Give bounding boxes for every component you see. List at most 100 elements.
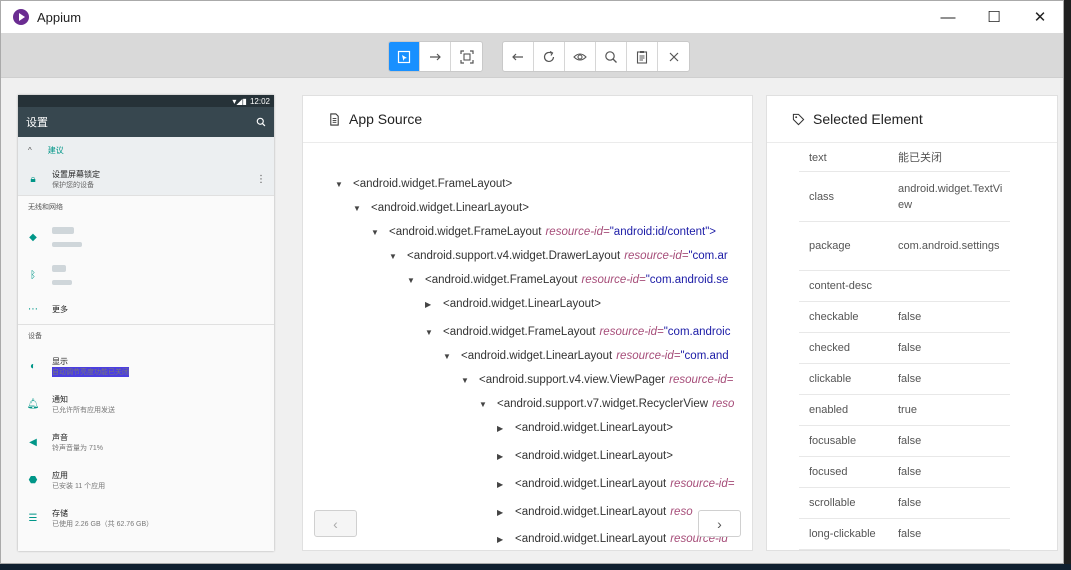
clipboard-icon xyxy=(636,50,648,64)
refresh-button[interactable] xyxy=(534,42,565,71)
search-elements-button[interactable] xyxy=(596,42,627,71)
tree-node[interactable]: ▶ <android.widget.LinearLayout reso xyxy=(497,503,693,521)
tree-node[interactable]: ▶ <android.widget.LinearLayout resource-id xyxy=(497,530,728,548)
device-status-bar: ▾◢▮ 12:02 xyxy=(18,95,274,107)
display-subtitle: 自动调节亮度功能已关闭 xyxy=(52,366,129,377)
close-icon xyxy=(669,52,678,61)
table-row: focused false xyxy=(799,457,1010,488)
table-row: class android.widget.TextView xyxy=(799,172,1010,222)
eye-icon xyxy=(573,52,587,61)
appium-logo-icon xyxy=(13,9,29,25)
tree-node[interactable]: ▼ <android.widget.FrameLayout> xyxy=(335,175,512,193)
scroll-right-button[interactable]: › xyxy=(698,510,741,537)
android-icon: ⬣ xyxy=(28,474,38,486)
caret-down-icon: ▼ xyxy=(425,327,433,337)
tree-node[interactable]: ▼ <android.support.v4.view.ViewPager resou… xyxy=(461,371,733,389)
table-row: content-desc xyxy=(799,271,1010,302)
apps-title: 应用 xyxy=(52,470,68,480)
notification-title: 通知 xyxy=(52,394,68,404)
lock-subtitle: 保护您的设备 xyxy=(52,181,94,189)
select-elements-button[interactable] xyxy=(389,42,420,71)
tree-node[interactable]: ▼ <android.widget.LinearLayout resource-id… xyxy=(443,347,729,365)
close-window-button[interactable]: ✕ xyxy=(1017,1,1063,33)
app-source-title: App Source xyxy=(349,111,423,127)
table-row: text 能已关闭 xyxy=(799,144,1010,172)
settings-title: 设置 xyxy=(26,117,48,129)
inspector-content: ▾◢▮ 12:02 设置 ^ 建议 🔒︎ 设置屏幕锁定 保护您的设备 ⋮ 无线和… xyxy=(1,79,1063,563)
storage-setting: ☰ 存储 已使用 2.26 GB（共 62.76 GB） xyxy=(18,499,274,537)
device-search-icon xyxy=(256,117,266,127)
source-tree: ▼ <android.widget.FrameLayout> ▼ <android.… xyxy=(303,144,739,550)
wifi-icon: ◆ xyxy=(29,231,37,243)
caret-down-icon: ▼ xyxy=(335,179,343,189)
sound-subtitle: 铃声音量为 71% xyxy=(52,444,103,452)
caret-down-icon: ▼ xyxy=(479,399,487,409)
bluetooth-setting: ᛒ xyxy=(18,256,274,294)
title-bar: Appium — ☐ ✕ xyxy=(1,1,1063,33)
tree-node[interactable]: ▶ <android.widget.LinearLayout resource-id… xyxy=(497,475,734,493)
volume-icon: ◀︎ xyxy=(29,436,37,448)
table-row: package com.android.settings xyxy=(799,222,1010,271)
table-row: scrollable false xyxy=(799,488,1010,519)
tree-node[interactable]: ▶ <android.widget.LinearLayout> xyxy=(497,419,673,437)
tag-icon xyxy=(792,113,805,125)
tap-by-coordinates-button[interactable] xyxy=(451,42,482,71)
table-row: checked false xyxy=(799,333,1010,364)
tree-node[interactable]: ▼ <android.support.v7.widget.RecyclerView… xyxy=(479,395,734,413)
toggle-attributes-button[interactable] xyxy=(565,42,596,71)
display-title: 显示 xyxy=(52,356,68,366)
more-label: 更多 xyxy=(52,304,68,314)
appium-window: Appium — ☐ ✕ ▾◢▮ 12:02 设置 ^ 建议 🔒︎ 设置屏幕锁定… xyxy=(0,0,1064,564)
quit-session-button[interactable] xyxy=(658,42,689,71)
tree-node[interactable]: ▼ <android.support.v4.widget.DrawerLayout… xyxy=(389,247,728,265)
caret-right-icon: ▶ xyxy=(497,451,504,461)
table-row: focusable false xyxy=(799,426,1010,457)
notification-setting: 🔔︎ 通知 已允许所有应用发送 xyxy=(18,385,274,423)
settings-app-bar: 设置 xyxy=(18,107,274,137)
caret-right-icon: ▶ xyxy=(497,423,504,433)
arrow-right-icon xyxy=(430,53,441,60)
action-button-group xyxy=(502,41,690,72)
tree-node[interactable]: ▶ <android.widget.LinearLayout> xyxy=(497,447,673,465)
arrow-left-icon xyxy=(512,53,523,60)
select-cursor-icon xyxy=(397,50,411,63)
app-source-panel: App Source ▼ <android.widget.FrameLayout>… xyxy=(302,95,753,551)
caret-down-icon: ▼ xyxy=(371,227,379,237)
wifi-setting: ◆ xyxy=(18,218,274,256)
storage-subtitle: 已使用 2.26 GB（共 62.76 GB） xyxy=(52,520,154,528)
chevron-up-icon: ^ xyxy=(28,145,32,155)
lock-icon: 🔒︎ xyxy=(30,173,36,185)
swipe-by-coordinates-button[interactable] xyxy=(420,42,451,71)
back-button[interactable] xyxy=(503,42,534,71)
minimize-button[interactable]: — xyxy=(925,1,971,33)
sound-title: 声音 xyxy=(52,432,68,442)
maximize-button[interactable]: ☐ xyxy=(971,1,1017,33)
suggestion-header: ^ 建议 xyxy=(18,137,274,163)
table-row: clickable false xyxy=(799,364,1010,395)
attributes-table: text 能已关闭 class android.widget.TextView pa… xyxy=(799,144,1010,550)
sound-setting: ◀︎ 声音 铃声音量为 71% xyxy=(18,423,274,461)
wifi-signal-icon: ▾◢▮ xyxy=(232,96,247,106)
tree-node[interactable]: ▼ <android.widget.FrameLayout resource-id=… xyxy=(425,323,730,341)
caret-right-icon: ▶ xyxy=(497,534,504,544)
storage-icon: ☰ xyxy=(28,512,38,524)
caret-right-icon: ▶ xyxy=(497,479,504,489)
tree-node[interactable]: ▼ <android.widget.LinearLayout> xyxy=(353,199,529,217)
refresh-icon xyxy=(543,50,555,62)
notification-subtitle: 已允许所有应用发送 xyxy=(52,406,115,414)
screen-lock-suggestion: 🔒︎ 设置屏幕锁定 保护您的设备 ⋮ xyxy=(18,163,274,195)
recorder-button[interactable] xyxy=(627,42,658,71)
caret-down-icon: ▼ xyxy=(389,251,397,261)
table-row: long-clickable false xyxy=(799,519,1010,550)
desktop-taskbar xyxy=(0,564,1071,570)
tree-node[interactable]: ▶ <android.widget.LinearLayout> xyxy=(425,295,601,313)
scroll-left-button[interactable]: ‹ xyxy=(314,510,357,537)
device-screenshot[interactable]: ▾◢▮ 12:02 设置 ^ 建议 🔒︎ 设置屏幕锁定 保护您的设备 ⋮ 无线和… xyxy=(18,95,274,551)
table-row: checkable false xyxy=(799,302,1010,333)
caret-down-icon: ▼ xyxy=(461,375,469,385)
tree-node[interactable]: ▼ <android.widget.FrameLayout resource-id=… xyxy=(407,271,728,289)
tree-node[interactable]: ▼ <android.widget.FrameLayout resource-id=… xyxy=(371,223,716,241)
apps-setting: ⬣ 应用 已安装 11 个应用 xyxy=(18,461,274,499)
selected-element-header: Selected Element xyxy=(767,96,1057,143)
file-icon xyxy=(330,112,339,126)
